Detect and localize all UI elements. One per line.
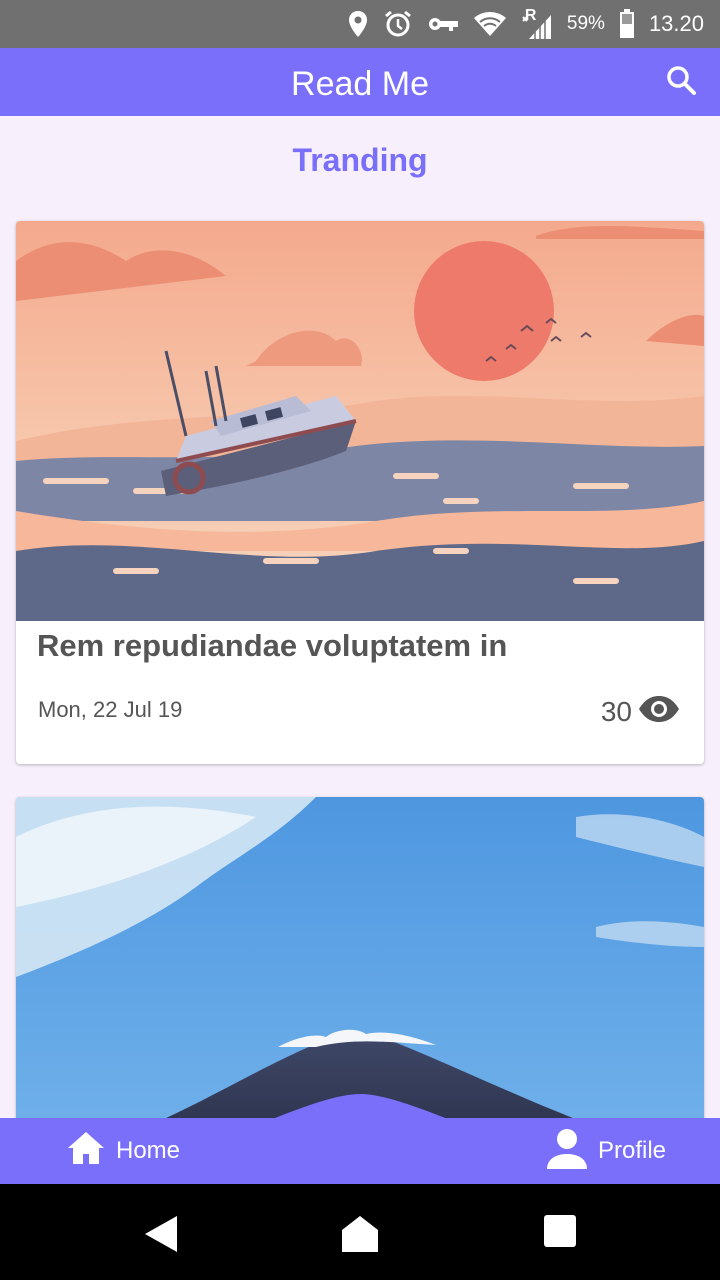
- home-icon[interactable]: [66, 1130, 106, 1173]
- recents-icon[interactable]: [543, 1214, 577, 1248]
- bottom-nav-curve: [270, 1094, 450, 1120]
- article-title[interactable]: Rem repudiandae voluptatem in: [37, 628, 687, 664]
- app-bar: Read Me: [0, 48, 720, 116]
- home-circle-icon[interactable]: [340, 1214, 380, 1254]
- status-bar: R 59% 13.20: [0, 0, 720, 48]
- nav-home-label[interactable]: Home: [116, 1137, 180, 1165]
- nav-profile[interactable]: Profile: [546, 1118, 666, 1184]
- vpn-key-icon: [427, 14, 459, 34]
- article-date: Mon, 22 Jul 19: [38, 697, 183, 722]
- article-image: [16, 797, 704, 1127]
- back-icon[interactable]: [143, 1214, 179, 1254]
- article-views: 30: [601, 695, 680, 728]
- bottom-nav: Home Profile: [0, 1118, 720, 1184]
- section-title: Tranding: [292, 142, 428, 178]
- status-time: 13.20: [648, 11, 704, 36]
- cellular-signal-icon: R: [521, 7, 553, 41]
- app-title: Read Me: [291, 65, 429, 103]
- alarm-icon: [383, 9, 413, 39]
- battery-icon: [619, 9, 635, 39]
- nav-home[interactable]: Home: [66, 1118, 180, 1184]
- search-icon[interactable]: [666, 65, 696, 100]
- views-count: 30: [600, 695, 632, 727]
- status-icons: R 59% 13.20: [347, 0, 704, 48]
- article-card[interactable]: [16, 797, 704, 1127]
- wifi-icon: [473, 10, 507, 38]
- nav-profile-label[interactable]: Profile: [598, 1137, 666, 1165]
- location-icon: [347, 10, 369, 38]
- battery-percentage: 59%: [566, 13, 605, 34]
- article-card[interactable]: Rem repudiandae voluptatem in Mon, 22 Ju…: [16, 221, 704, 764]
- network-label: R: [524, 7, 537, 24]
- article-image: [16, 221, 704, 621]
- person-icon[interactable]: [546, 1127, 588, 1176]
- search-button[interactable]: [662, 63, 700, 101]
- eye-icon: [638, 695, 680, 728]
- system-nav-bar: [0, 1184, 720, 1280]
